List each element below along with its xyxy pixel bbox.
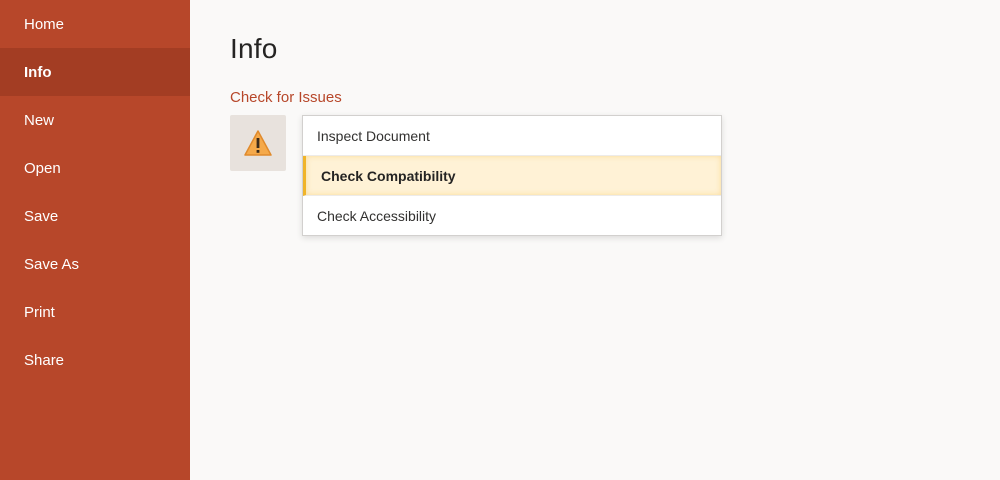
menu-item-label: Check Accessibility (317, 208, 437, 224)
sidebar-item-home[interactable]: Home (0, 0, 190, 48)
sidebar-item-label: Open (24, 159, 61, 177)
sidebar-item-label: Save (24, 207, 59, 225)
sidebar-item-label: Home (24, 15, 65, 33)
app-window: Home Info New Open Save Save As Print Sh… (0, 0, 1000, 480)
sidebar-item-label: Share (24, 351, 65, 369)
page-title: Info (230, 33, 278, 64)
check-for-issues-button[interactable] (230, 115, 286, 171)
sidebar-item-print[interactable]: Print (0, 288, 190, 336)
menu-item-label: Check Compatibility (321, 167, 456, 184)
menu-item-label: Inspect Document (317, 127, 430, 144)
section-title: Check for Issues (230, 89, 342, 106)
warning-icon (244, 130, 272, 156)
sidebar-item-info[interactable]: Info (0, 48, 190, 96)
sidebar-item-save-as[interactable]: Save As (0, 240, 190, 288)
sidebar-item-new[interactable]: New (0, 96, 190, 144)
sidebar-item-share[interactable]: Share (0, 336, 190, 384)
menu-item-check-accessibility[interactable]: Check Accessibility (303, 196, 721, 236)
menu-item-check-compatibility[interactable]: Check Compatibility (303, 156, 721, 196)
sidebar-item-label: Save As (24, 255, 80, 273)
info-pane: Info Check for Issues Inspect Document C… (190, 0, 1000, 480)
sidebar-item-open[interactable]: Open (0, 144, 190, 192)
sidebar-item-label: New (24, 111, 55, 129)
backstage-sidebar: Home Info New Open Save Save As Print Sh… (0, 0, 190, 480)
menu-item-inspect-document[interactable]: Inspect Document (303, 116, 721, 156)
check-for-issues-dropdown: Inspect Document Check Compatibility Che… (302, 115, 722, 236)
sidebar-item-label: Print (24, 303, 55, 321)
sidebar-item-save[interactable]: Save (0, 192, 190, 240)
sidebar-item-label: Info (24, 63, 52, 81)
